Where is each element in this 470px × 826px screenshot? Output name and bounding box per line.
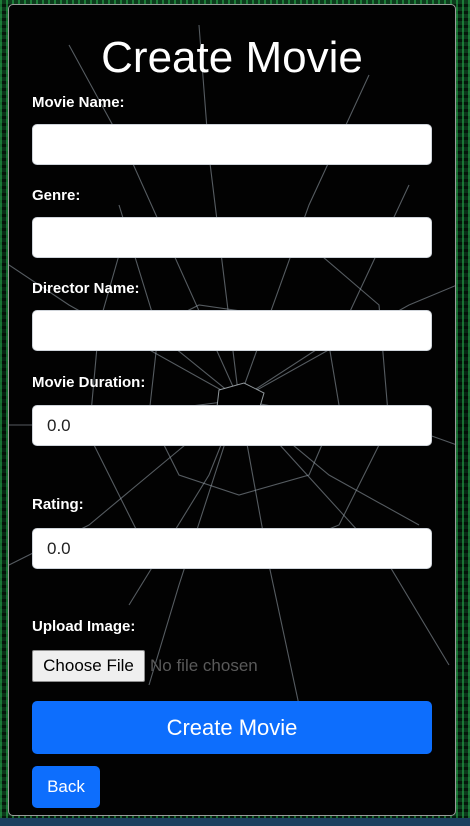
movie-name-label: Movie Name: — [32, 94, 125, 111]
bottom-strip — [0, 818, 470, 826]
genre-input[interactable] — [32, 217, 432, 258]
create-movie-card: Create Movie Movie Name: Genre: Director… — [8, 4, 456, 816]
file-status-text: No file chosen — [150, 656, 258, 675]
director-name-label: Director Name: — [32, 280, 140, 297]
upload-image-label: Upload Image: — [32, 618, 136, 635]
rating-label: Rating: — [32, 496, 84, 513]
movie-duration-input[interactable] — [32, 405, 432, 446]
choose-file-button[interactable]: Choose File — [32, 650, 145, 682]
movie-duration-label: Movie Duration: — [32, 374, 146, 391]
movie-name-input[interactable] — [32, 124, 432, 165]
page-title: Create Movie — [101, 33, 363, 82]
director-name-input[interactable] — [32, 310, 432, 351]
genre-label: Genre: — [32, 187, 81, 204]
back-button[interactable]: Back — [32, 766, 100, 808]
create-movie-button[interactable]: Create Movie — [32, 701, 432, 754]
rating-input[interactable] — [32, 528, 432, 569]
